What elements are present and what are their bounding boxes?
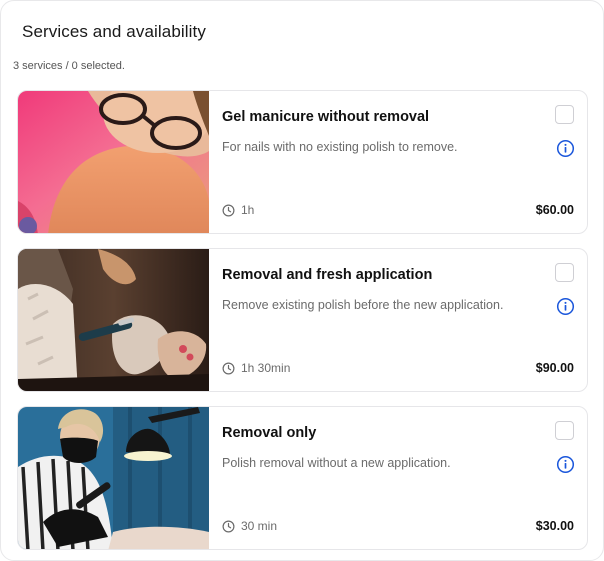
clock-icon: [222, 520, 235, 532]
service-name: Removal and fresh application: [222, 267, 433, 283]
service-duration: 1h: [222, 203, 254, 217]
service-price: $60.00: [535, 203, 574, 217]
select-checkbox[interactable]: [555, 105, 574, 124]
service-description: Polish removal without a new application…: [222, 456, 451, 470]
service-image: [18, 407, 209, 549]
selection-summary: 3 services / 0 selected.: [13, 60, 125, 72]
panel-title: Services and availability: [22, 22, 206, 41]
services-panel: Services and availability 3 services / 0…: [0, 0, 604, 561]
service-card[interactable]: Removal only Polish removal without a ne…: [17, 406, 588, 550]
nail-drill-removal-photo: [18, 249, 209, 391]
service-card[interactable]: Removal and fresh application Remove exi…: [17, 248, 588, 392]
select-checkbox[interactable]: [555, 263, 574, 282]
duration-label: 30 min: [241, 519, 278, 533]
technician-with-lamp-photo: [18, 407, 209, 549]
clock-icon: [222, 204, 235, 216]
duration-label: 1h 30min: [241, 361, 291, 375]
info-icon[interactable]: [556, 139, 575, 158]
service-image: [18, 249, 209, 391]
service-description: Remove existing polish before the new ap…: [222, 298, 504, 312]
service-name: Removal only: [222, 425, 317, 441]
service-duration: 30 min: [222, 519, 277, 533]
service-image: [18, 91, 209, 233]
duration-label: 1h: [241, 203, 255, 217]
service-duration: 1h 30min: [222, 361, 290, 375]
select-checkbox[interactable]: [555, 421, 574, 440]
info-icon[interactable]: [556, 297, 575, 316]
clock-icon: [222, 362, 235, 374]
service-description: For nails with no existing polish to rem…: [222, 140, 458, 154]
info-icon[interactable]: [556, 455, 575, 474]
service-price: $90.00: [535, 361, 574, 375]
manicurist-close-up-photo: [18, 91, 209, 233]
service-name: Gel manicure without removal: [222, 109, 430, 125]
service-price: $30.00: [535, 519, 574, 533]
service-card[interactable]: Gel manicure without removal For nails w…: [17, 90, 588, 234]
